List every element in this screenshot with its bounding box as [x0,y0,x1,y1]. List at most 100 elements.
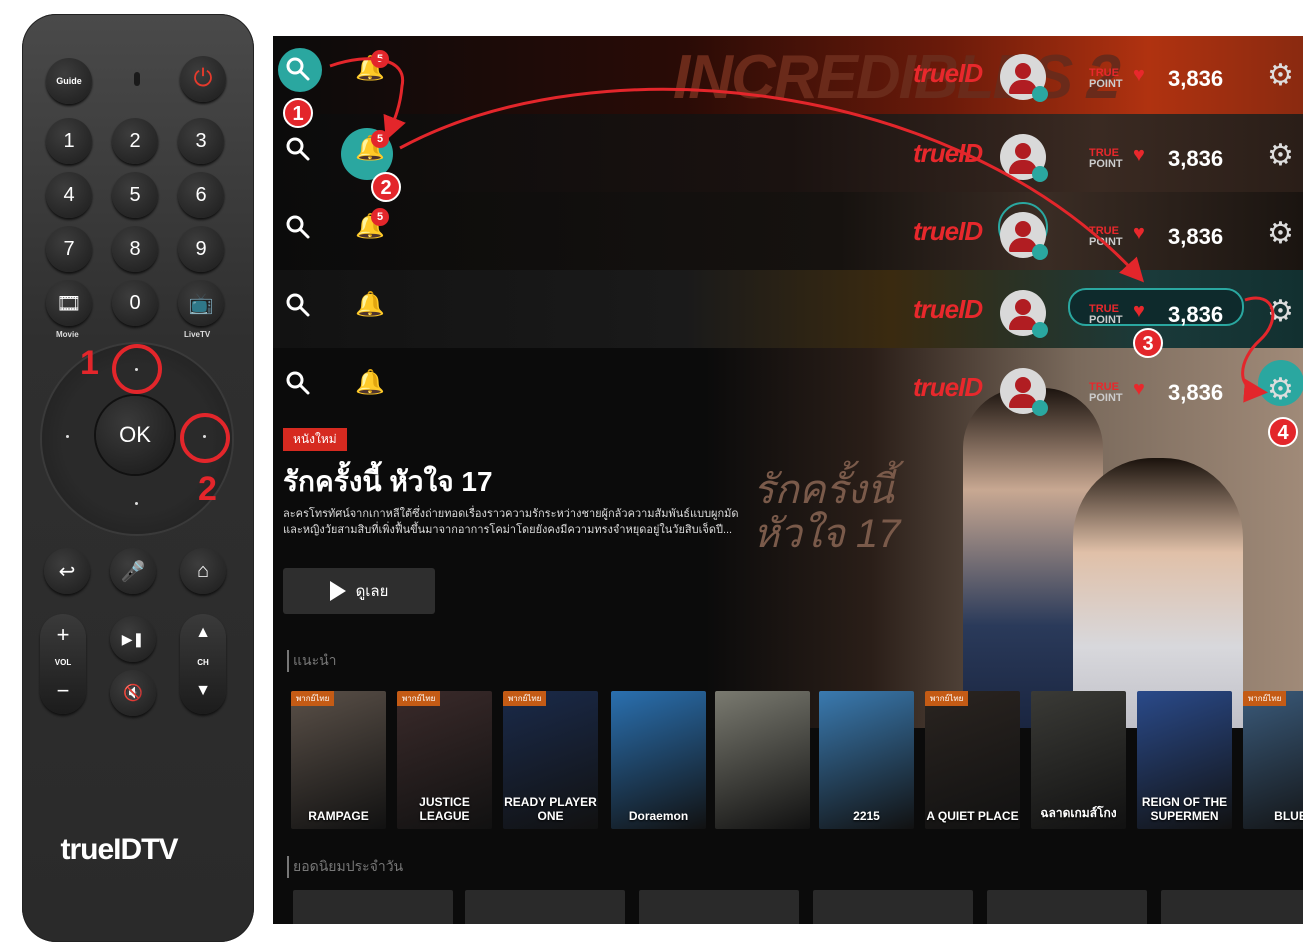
notification-count-badge: 5 [371,50,389,68]
play-pause-icon: ▶❚ [121,630,145,647]
true-point-line2: POINT [1089,78,1123,90]
true-point-balance[interactable]: 3,836 [1168,302,1223,328]
header-row: 🔔 5 trueID TRUE POINT ♥ 3,836 ⚙ [273,206,1303,266]
ch-label: CH [197,658,209,667]
digit-1-button[interactable]: 1 [46,118,92,164]
true-point-line2: POINT [1089,392,1123,404]
trueid-logo: trueID [913,372,983,402]
settings-gear-icon[interactable]: ⚙ [1267,372,1294,407]
true-point-balance[interactable]: 3,836 [1168,66,1223,92]
callout-number-2: 2 [198,470,217,508]
bell-icon[interactable]: 🔔 [355,368,385,397]
callout-ring-right [180,413,230,463]
indicator-led [134,72,140,86]
channel-down-icon[interactable]: ▼ [180,682,226,700]
search-icon[interactable] [285,56,311,82]
true-point-line2: POINT [1089,236,1123,248]
settings-gear-icon[interactable]: ⚙ [1267,58,1294,93]
settings-gear-icon[interactable]: ⚙ [1267,138,1294,173]
header-row: 🔔 trueID TRUE POINT ♥ 3,836 ⚙ [273,362,1303,422]
digit-5-button[interactable]: 5 [112,172,158,218]
true-point-label: TRUE POINT [1089,148,1123,170]
callout-ring-up [112,344,162,394]
bell-icon[interactable]: 🔔 [355,290,385,319]
home-button[interactable]: ⌂ [180,548,226,594]
guide-button[interactable]: Guide [46,58,92,104]
search-icon[interactable] [285,214,311,240]
voice-button[interactable]: 🎤 [110,548,156,594]
callout-number-1: 1 [80,344,99,382]
true-point-line2: POINT [1089,158,1123,170]
microphone-icon: 🎤 [120,560,146,583]
remote-brand-logo: trueIDTV [60,833,178,866]
trueid-logo: trueID [913,294,983,324]
tv-icon: 📺 [188,292,214,315]
step-badge-2: 2 [371,172,401,202]
digit-3-button[interactable]: 3 [178,118,224,164]
trueid-logo: trueID [913,58,983,88]
channel-rocker[interactable]: ▲ CH ▼ [180,614,226,714]
step-badge-1: 1 [283,98,313,128]
mute-icon: 🔇 [123,685,143,702]
step-badge-3: 3 [1133,328,1163,358]
profile-avatar[interactable] [1000,290,1048,338]
true-point-line2: POINT [1089,314,1123,326]
profile-avatar[interactable] [1000,368,1048,416]
livetv-button[interactable]: 📺 [178,280,224,326]
heart-icon: ♥ [1133,378,1145,400]
movie-button[interactable]: 🎞 [46,280,92,326]
header-overlay: 🔔 5 trueID TRUE POINT ♥ 3,836 ⚙ 🔔 5 trueID TRUE POIN… [273,36,1303,924]
play-pause-button[interactable]: ▶❚ [110,616,156,662]
true-point-balance[interactable]: 3,836 [1168,146,1223,172]
digit-7-button[interactable]: 7 [46,226,92,272]
volume-up[interactable]: + [40,622,86,648]
home-icon: ⌂ [196,559,210,582]
true-point-balance[interactable]: 3,836 [1168,380,1223,406]
profile-avatar[interactable] [1000,212,1048,260]
search-icon[interactable] [285,292,311,318]
power-icon: ⏻ [193,65,213,92]
volume-down[interactable]: − [40,678,86,704]
trueid-logo: trueID [913,216,983,246]
channel-up-icon[interactable]: ▲ [180,624,226,642]
digit-2-button[interactable]: 2 [112,118,158,164]
digit-4-button[interactable]: 4 [46,172,92,218]
heart-icon: ♥ [1133,300,1145,322]
settings-gear-icon[interactable]: ⚙ [1267,216,1294,251]
search-icon[interactable] [285,136,311,162]
digit-0-button[interactable]: 0 [112,280,158,326]
search-icon[interactable] [285,370,311,396]
dpad-left[interactable] [66,435,69,438]
ok-button[interactable]: OK [96,396,174,474]
livetv-caption: LiveTV [184,330,211,339]
mute-button[interactable]: 🔇 [110,670,156,716]
true-point-label: TRUE POINT [1089,68,1123,90]
true-point-label: TRUE POINT [1089,226,1123,248]
movie-caption: Movie [56,330,79,339]
notification-count-badge: 5 [371,208,389,226]
settings-gear-icon[interactable]: ⚙ [1267,294,1294,329]
trueid-logo: trueID [913,138,983,168]
digit-8-button[interactable]: 8 [112,226,158,272]
profile-avatar[interactable] [1000,134,1048,182]
true-point-label: TRUE POINT [1089,382,1123,404]
true-point-label: TRUE POINT [1089,304,1123,326]
dpad-down[interactable] [135,502,138,505]
profile-avatar[interactable] [1000,54,1048,102]
back-button[interactable]: ↩ [44,548,90,594]
heart-icon: ♥ [1133,64,1145,86]
notification-count-badge: 5 [371,130,389,148]
volume-rocker[interactable]: + VOL − [40,614,86,714]
step-badge-4: 4 [1268,417,1298,447]
digit-9-button[interactable]: 9 [178,226,224,272]
true-point-balance[interactable]: 3,836 [1168,224,1223,250]
digit-6-button[interactable]: 6 [178,172,224,218]
back-icon: ↩ [58,560,76,583]
vol-label: VOL [54,658,72,667]
power-button[interactable]: ⏻ [180,56,226,102]
header-row: 🔔 5 trueID TRUE POINT ♥ 3,836 ⚙ [273,48,1303,108]
header-row: 🔔 5 trueID TRUE POINT ♥ 3,836 ⚙ [273,128,1303,188]
heart-icon: ♥ [1133,144,1145,166]
movie-icon: 🎞 [56,292,82,315]
heart-icon: ♥ [1133,222,1145,244]
